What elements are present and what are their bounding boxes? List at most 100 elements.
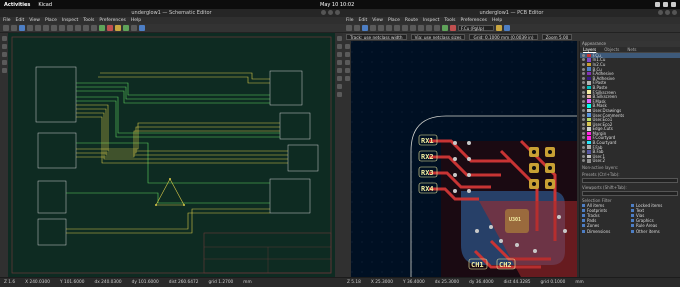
add-line-icon[interactable] <box>336 92 342 97</box>
hidden-pins-icon[interactable] <box>1 68 7 73</box>
layer-color-swatch[interactable] <box>587 122 591 126</box>
checkbox-icon[interactable] <box>631 214 634 218</box>
layer-color-swatch[interactable] <box>587 90 591 94</box>
annotate-icon[interactable] <box>99 25 105 31</box>
layer-row[interactable]: User.2 <box>580 158 680 163</box>
layer-color-swatch[interactable] <box>587 159 591 163</box>
open-icon[interactable] <box>354 25 360 31</box>
plot-icon[interactable] <box>43 25 49 31</box>
ratsnest-icon[interactable] <box>344 68 350 73</box>
pcb-titlebar[interactable]: underglow1 — PCB Editor <box>343 9 680 17</box>
menu-route[interactable]: Route <box>405 18 418 23</box>
redo-icon[interactable] <box>402 25 408 31</box>
layer-color-swatch[interactable] <box>587 131 591 136</box>
tab-objects[interactable]: Objects <box>604 47 619 52</box>
layer-color-swatch[interactable] <box>587 127 591 131</box>
filter-item[interactable]: All items <box>582 203 631 208</box>
layer-color-swatch[interactable] <box>587 136 591 140</box>
checkbox-icon[interactable] <box>631 224 634 228</box>
eye-icon[interactable] <box>582 99 585 103</box>
zoom-out-icon[interactable] <box>426 25 432 31</box>
print-icon[interactable] <box>378 25 384 31</box>
layer-color-swatch[interactable] <box>587 117 591 122</box>
filter-item[interactable]: Other items <box>631 229 680 234</box>
drc-icon[interactable] <box>450 25 456 31</box>
eye-icon[interactable] <box>582 85 585 89</box>
layer-color-swatch[interactable] <box>587 85 591 90</box>
eye-icon[interactable] <box>582 131 585 135</box>
menu-help[interactable]: Help <box>492 18 502 23</box>
bom-icon[interactable] <box>131 25 137 31</box>
checkbox-icon[interactable] <box>631 219 634 223</box>
eye-icon[interactable] <box>582 104 585 108</box>
layer-select[interactable]: F.Cu (PgUp) <box>458 25 494 31</box>
menu-tools[interactable]: Tools <box>444 18 455 23</box>
filter-item[interactable]: Dimensions <box>582 229 631 234</box>
close-icon[interactable] <box>672 10 677 15</box>
via-size-select[interactable]: Via: use netclass sizes <box>410 34 466 40</box>
filter-item[interactable]: Tracks <box>582 213 631 218</box>
layer-color-swatch[interactable] <box>587 99 591 103</box>
layer-color-swatch[interactable] <box>587 154 591 159</box>
update-pcb-icon[interactable] <box>442 25 448 31</box>
filter-item[interactable]: Graphics <box>631 218 680 223</box>
schematic-titlebar[interactable]: underglow1 — Schematic Editor <box>0 9 343 17</box>
menu-view[interactable]: View <box>372 18 383 23</box>
eye-icon[interactable] <box>582 62 585 66</box>
eye-icon[interactable] <box>582 136 585 140</box>
3d-viewer-icon[interactable] <box>496 25 502 31</box>
zoom-in-icon[interactable] <box>75 25 81 31</box>
units-mm-icon[interactable] <box>1 52 7 57</box>
pcb-canvas[interactable]: RX1 RX2 RX3 RX4 CH1 CH2 U301 <box>351 41 577 277</box>
add-power-icon[interactable] <box>336 52 342 57</box>
pcb-editor-icon[interactable] <box>123 25 129 31</box>
add-bus-icon[interactable] <box>336 68 342 73</box>
zoom-select[interactable]: Zoom 5.00 <box>541 34 573 40</box>
layer-color-swatch[interactable] <box>587 113 591 117</box>
add-symbol-icon[interactable] <box>336 44 342 49</box>
eye-icon[interactable] <box>582 81 585 85</box>
menu-edit[interactable]: Edit <box>16 18 25 23</box>
menu-tools[interactable]: Tools <box>83 18 94 23</box>
layer-color-swatch[interactable] <box>587 81 591 85</box>
eye-icon[interactable] <box>582 150 585 154</box>
scripting-icon[interactable] <box>504 25 510 31</box>
layer-color-swatch[interactable] <box>587 58 591 62</box>
checkbox-icon[interactable] <box>631 204 634 208</box>
menu-help[interactable]: Help <box>131 18 141 23</box>
layer-color-swatch[interactable] <box>587 140 591 145</box>
checkbox-icon[interactable] <box>582 214 585 218</box>
menu-file[interactable]: File <box>3 18 11 23</box>
checkbox-icon[interactable] <box>631 209 634 213</box>
layer-color-swatch[interactable] <box>587 76 591 81</box>
menu-edit[interactable]: Edit <box>359 18 368 23</box>
eye-icon[interactable] <box>582 127 585 131</box>
new-icon[interactable] <box>346 25 352 31</box>
menu-place[interactable]: Place <box>45 18 57 23</box>
eye-icon[interactable] <box>582 72 585 76</box>
schematic-canvas[interactable] <box>8 33 335 277</box>
eye-icon[interactable] <box>582 108 585 112</box>
filter-item[interactable]: Pads <box>582 218 631 223</box>
eye-icon[interactable] <box>582 95 585 99</box>
zoom-in-icon[interactable] <box>418 25 424 31</box>
erc-icon[interactable] <box>107 25 113 31</box>
filter-item[interactable]: Rule Areas <box>631 223 680 228</box>
zoom-out-icon[interactable] <box>83 25 89 31</box>
activities-button[interactable]: Activities <box>4 2 30 8</box>
eye-icon[interactable] <box>582 113 585 117</box>
eye-icon[interactable] <box>582 145 585 149</box>
filter-item[interactable]: Footprints <box>582 208 631 213</box>
system-tray[interactable] <box>655 2 676 7</box>
cursor-icon[interactable] <box>1 60 7 65</box>
presets-select[interactable] <box>582 178 678 184</box>
checkbox-icon[interactable] <box>582 209 585 213</box>
eye-icon[interactable] <box>582 154 585 158</box>
app-menu[interactable]: Kicad <box>38 2 52 8</box>
minimize-icon[interactable] <box>658 10 663 15</box>
eye-icon[interactable] <box>582 67 585 71</box>
units-inch-icon[interactable] <box>1 44 7 49</box>
checkbox-icon[interactable] <box>582 219 585 223</box>
eye-icon[interactable] <box>582 159 585 163</box>
units-icon[interactable] <box>344 60 350 65</box>
